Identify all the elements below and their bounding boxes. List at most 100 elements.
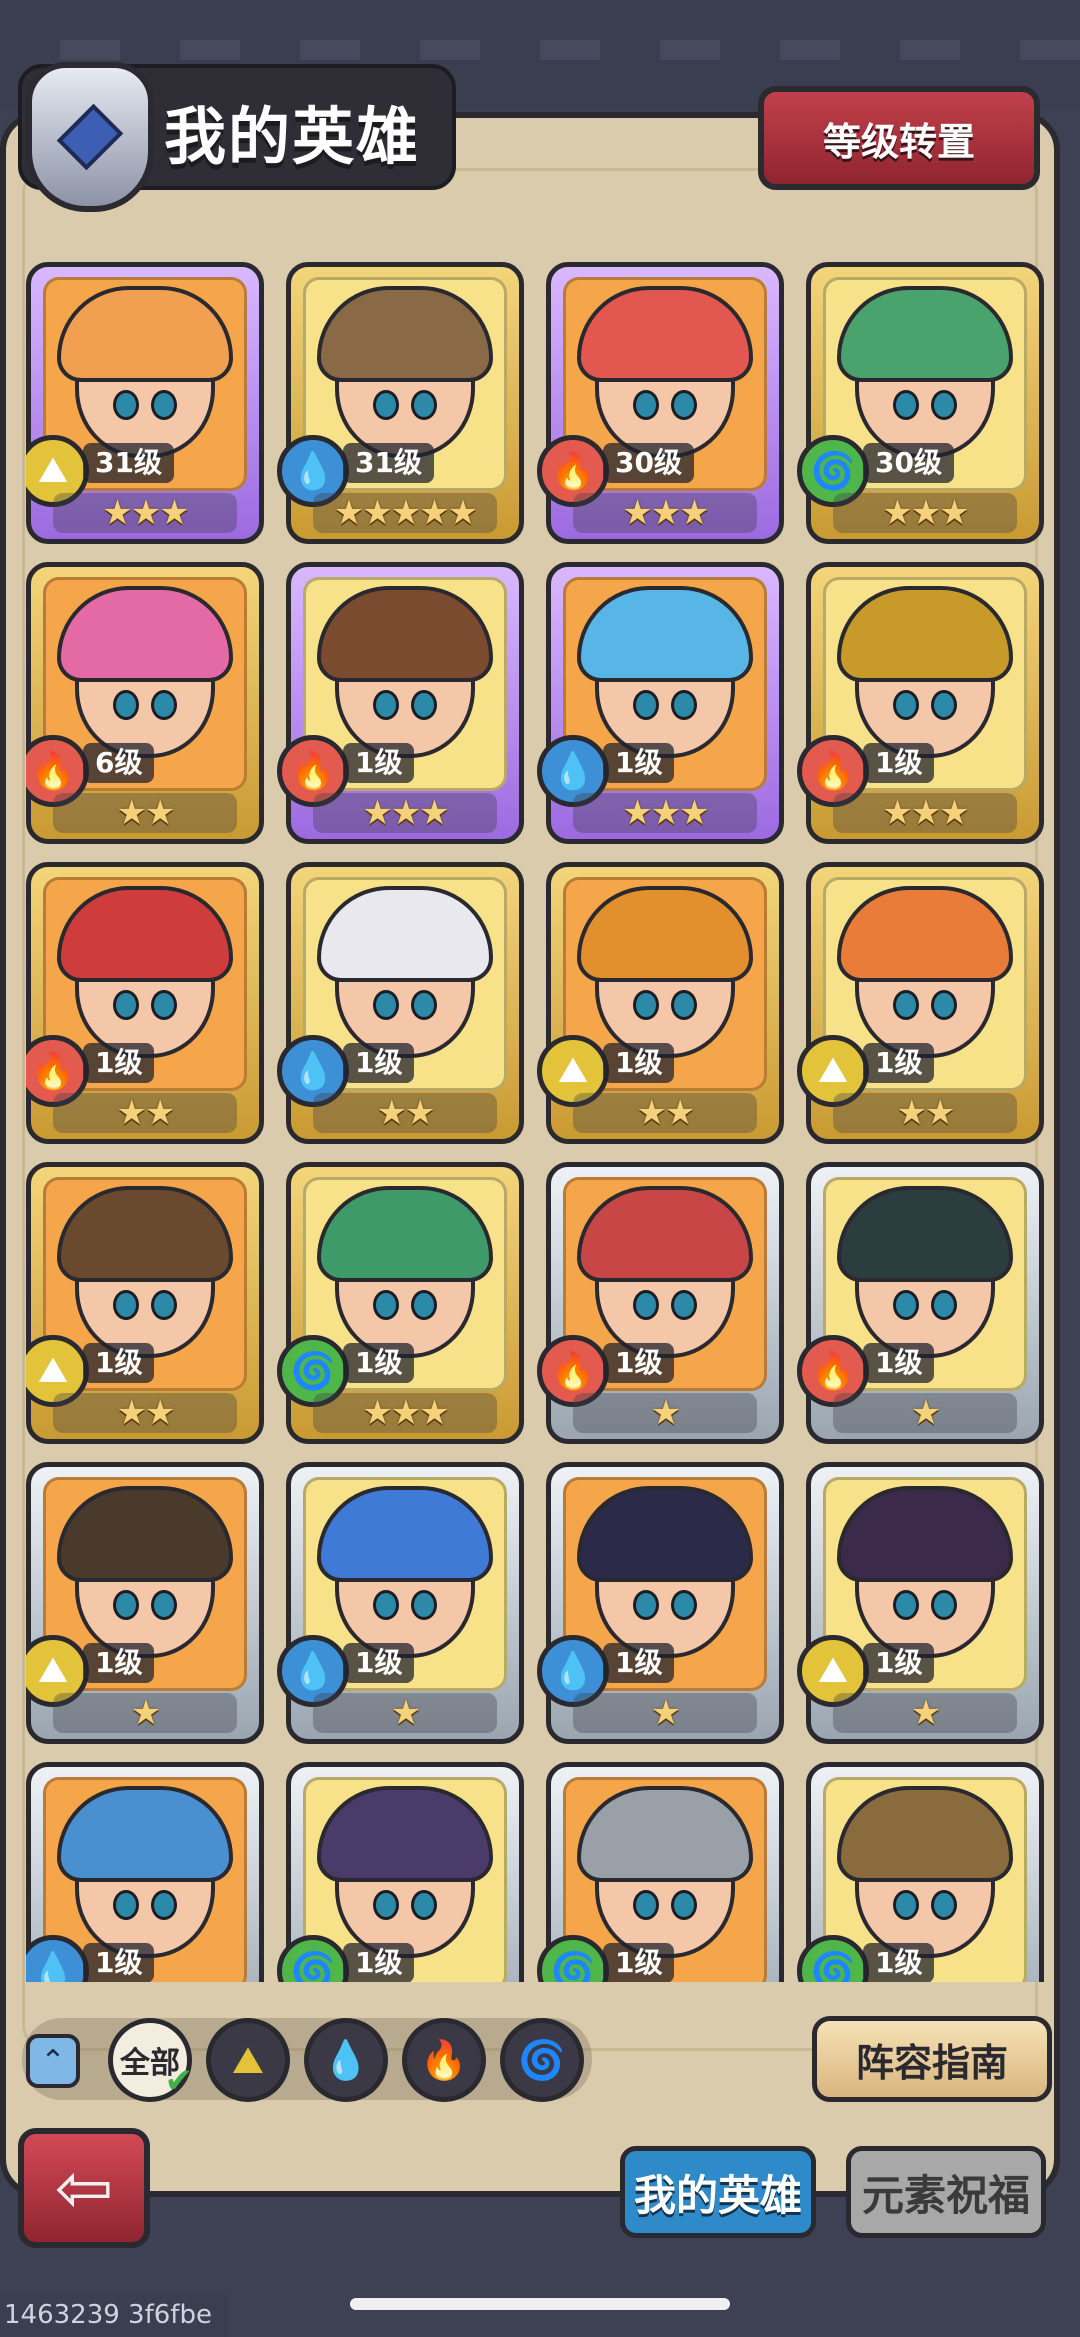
hero-hair [577, 1186, 753, 1282]
hero-card[interactable]: 🌀 30级 ★★★ [797, 262, 1044, 544]
home-indicator[interactable] [350, 2298, 730, 2310]
hero-star-rating: ★★ [313, 1093, 497, 1133]
hero-eye [671, 390, 697, 420]
hero-card[interactable]: 💧 1级 ★ [277, 1462, 524, 1744]
hero-hair [317, 1186, 493, 1282]
hero-star-rating: ★★ [573, 1093, 757, 1133]
hero-card[interactable]: 💧 1级 ★★ [277, 862, 524, 1144]
hero-card[interactable]: ⛰ 1级 ★★ [797, 862, 1044, 1144]
filter-wind[interactable]: 🌀 [500, 2018, 584, 2102]
hero-eye [151, 990, 177, 1020]
hero-card[interactable]: 🔥 30级 ★★★ [537, 262, 784, 544]
hero-eye [671, 1290, 697, 1320]
hero-star-rating: ★★★ [573, 793, 757, 833]
hero-eye [633, 1890, 659, 1920]
hero-card[interactable]: 🔥 1级 ★ [537, 1162, 784, 1444]
hero-star-rating: ★ [833, 1393, 1017, 1433]
hero-card[interactable]: ⛰ 1级 ★★ [26, 1162, 264, 1444]
hero-level: 1级 [603, 1943, 675, 1982]
wind-element-icon: 🌀 [518, 2037, 566, 2082]
hero-card[interactable]: 💧 1级 ★ [537, 1462, 784, 1744]
hero-card[interactable]: 🌀 1级 [277, 1762, 524, 1982]
back-button[interactable]: ⇦ [18, 2128, 150, 2248]
hero-grid: ⛰ 31级 ★★★ 💧 31级 ★★★★★ 🔥 30级 ★★★ 🌀 30级 ★★★ 🔥 6级 ★★ 🔥 1级 ★★… [26, 262, 1046, 1982]
hero-eye [113, 1890, 139, 1920]
hero-level: 1级 [603, 1043, 675, 1083]
hero-level: 1级 [863, 1943, 935, 1982]
hero-hair [577, 1786, 753, 1882]
hero-eye [411, 990, 437, 1020]
filter-fire[interactable]: 🔥 [402, 2018, 486, 2102]
hero-eye [893, 990, 919, 1020]
chevron-up-icon: ⌃ [40, 2043, 66, 2079]
level-reset-button[interactable]: 等级转置 [758, 86, 1040, 190]
hero-star-rating: ★★★ [313, 793, 497, 833]
hero-eye [151, 690, 177, 720]
hero-card[interactable]: ⛰ 31级 ★★★ [26, 262, 264, 544]
water-element-icon: 💧 [322, 2037, 370, 2082]
hero-eye [151, 390, 177, 420]
hero-eye [633, 390, 659, 420]
hero-card[interactable]: 🔥 1级 ★★ [26, 862, 264, 1144]
hero-card[interactable]: 🔥 6级 ★★ [26, 562, 264, 844]
hero-card[interactable]: 🌀 1级 ★★★ [277, 1162, 524, 1444]
lineup-guide-button[interactable]: 阵容指南 [812, 2016, 1052, 2102]
hero-eye [893, 390, 919, 420]
hero-eye [411, 1890, 437, 1920]
hero-card[interactable]: 🔥 1级 ★★★ [797, 562, 1044, 844]
hero-card[interactable]: 💧 31级 ★★★★★ [277, 262, 524, 544]
hero-level: 1级 [603, 743, 675, 783]
hero-eye [931, 1890, 957, 1920]
hero-eye [373, 1890, 399, 1920]
hero-level: 1级 [863, 743, 935, 783]
hero-eye [633, 1590, 659, 1620]
hero-hair [577, 286, 753, 382]
tab-my-heroes[interactable]: 我的英雄 [620, 2146, 816, 2238]
hero-star-rating: ★★★ [313, 1393, 497, 1433]
hero-level: 1级 [603, 1343, 675, 1383]
filter-water[interactable]: 💧 [304, 2018, 388, 2102]
filter-earth[interactable]: ⛰ [206, 2018, 290, 2102]
hero-card[interactable]: 🔥 1级 ★ [797, 1162, 1044, 1444]
hero-level: 1级 [343, 1643, 415, 1683]
hero-star-rating: ★★★ [833, 793, 1017, 833]
hero-hair [317, 286, 493, 382]
hero-card[interactable]: 🔥 1级 ★★★ [277, 562, 524, 844]
fire-element-icon: 🔥 [420, 2037, 468, 2082]
hero-card[interactable]: 💧 1级 [26, 1762, 264, 1982]
hero-hair [317, 586, 493, 682]
hero-card[interactable]: 🌀 1级 [797, 1762, 1044, 1982]
hero-eye [931, 390, 957, 420]
hero-level: 30级 [863, 443, 954, 483]
hero-level: 30级 [603, 443, 694, 483]
hero-level: 1级 [83, 1343, 155, 1383]
hero-eye [671, 990, 697, 1020]
hero-level: 1级 [343, 743, 415, 783]
hero-star-rating: ★★ [53, 1093, 237, 1133]
hero-hair [317, 1486, 493, 1582]
hero-hair [577, 886, 753, 982]
hero-eye [373, 1290, 399, 1320]
hero-card[interactable]: ⛰ 1级 ★ [26, 1462, 264, 1744]
hero-level: 31级 [343, 443, 434, 483]
hero-star-rating: ★ [313, 1693, 497, 1733]
hero-card[interactable]: ⛰ 1级 ★ [797, 1462, 1044, 1744]
hero-level: 6级 [83, 743, 155, 783]
tab-element-blessing[interactable]: 元素祝福 [846, 2146, 1046, 2238]
collapse-filter-button[interactable]: ⌃ [26, 2034, 80, 2088]
hero-level: 1级 [343, 1043, 415, 1083]
app-screen: 我的英雄 等级转置 ⛰ 31级 ★★★ 💧 31级 ★★★★★ 🔥 30级 ★★★ 🌀 30级 ★★★… [0, 0, 1080, 2337]
hero-card[interactable]: ⛰ 1级 ★★ [537, 862, 784, 1144]
hero-eye [931, 1290, 957, 1320]
hero-eye [893, 1590, 919, 1620]
hero-eye [113, 390, 139, 420]
hero-hair [577, 586, 753, 682]
hero-card[interactable]: 🌀 1级 [537, 1762, 784, 1982]
hero-eye [671, 1590, 697, 1620]
hero-card[interactable]: 💧 1级 ★★★ [537, 562, 784, 844]
page-title: 我的英雄 [164, 100, 421, 173]
hero-eye [151, 1590, 177, 1620]
hero-hair [837, 886, 1013, 982]
filter-all[interactable]: 全部 ✔ [108, 2018, 193, 2102]
hero-level: 1级 [83, 1943, 155, 1982]
